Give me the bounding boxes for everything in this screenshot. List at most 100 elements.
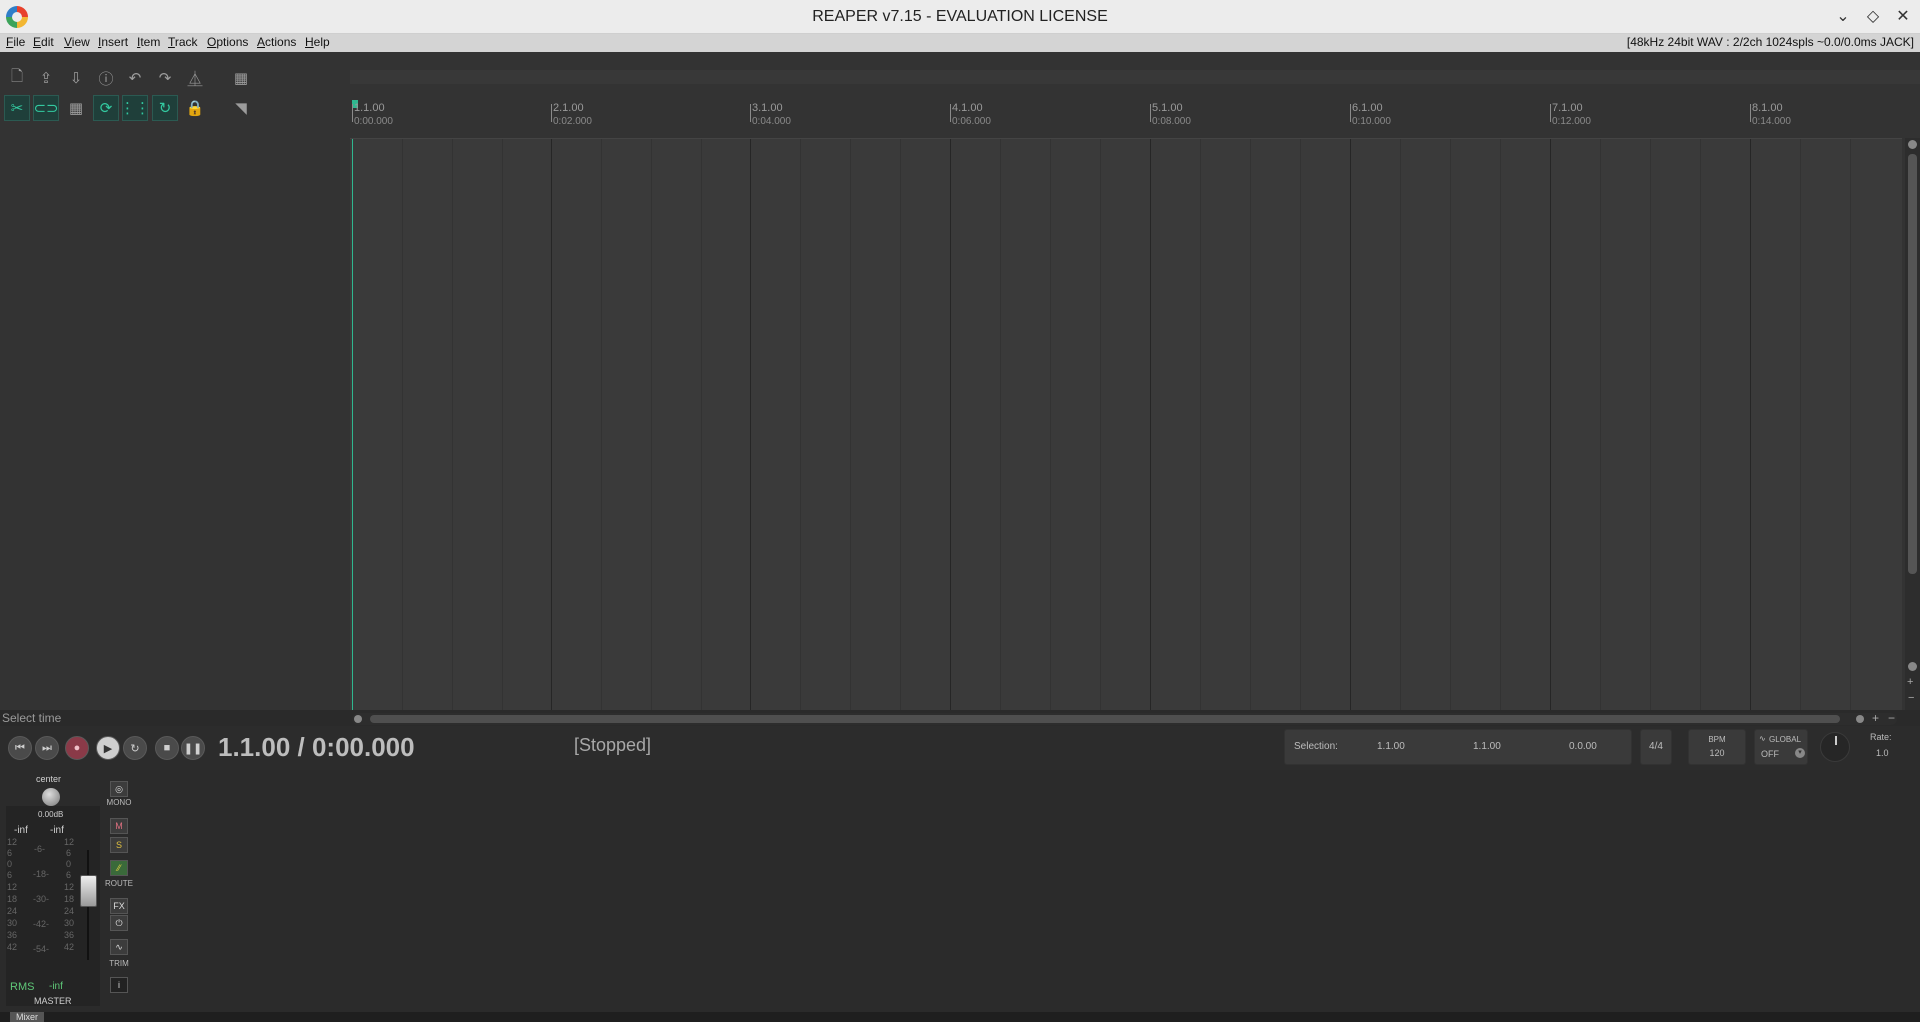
- repeat-icon[interactable]: ↻: [123, 736, 147, 760]
- play-button[interactable]: ▶: [96, 736, 120, 760]
- link-icon[interactable]: ⊂⊃: [33, 95, 59, 121]
- region-marker-lane[interactable]: [350, 70, 1920, 84]
- envelope-trim-icon[interactable]: ∿: [110, 939, 128, 955]
- menu-insert[interactable]: Insert: [98, 35, 128, 49]
- route-icon[interactable]: ⁄⁄: [110, 860, 128, 876]
- zoom-out-horizontal-icon[interactable]: −: [1888, 711, 1895, 725]
- menu-help[interactable]: Help: [305, 35, 330, 49]
- grid-line: [900, 139, 901, 710]
- track-area[interactable]: [350, 138, 1902, 710]
- mono-icon[interactable]: ◎: [110, 781, 128, 797]
- menu-options[interactable]: Options: [207, 35, 248, 49]
- metronome-icon[interactable]: ⏅: [182, 65, 208, 91]
- position-display[interactable]: 1.1.00 / 0:00.000: [218, 732, 415, 763]
- maximize-icon[interactable]: ◇: [1862, 6, 1884, 28]
- mono-label: MONO: [106, 798, 132, 807]
- close-icon[interactable]: ✕: [1892, 6, 1914, 28]
- peak-right[interactable]: -inf: [50, 825, 64, 836]
- selection-box[interactable]: Selection: 1.1.00 1.1.00 0.0.00: [1284, 729, 1632, 765]
- scale-tick: 12: [7, 882, 18, 892]
- vertical-scrollbar[interactable]: + −: [1905, 138, 1920, 710]
- pause-button[interactable]: ❚❚: [181, 736, 205, 760]
- go-to-end-icon[interactable]: ⏭: [35, 736, 59, 760]
- selection-length[interactable]: 0.0.00: [1569, 741, 1597, 752]
- bpm-value[interactable]: 120: [1689, 748, 1745, 758]
- new-project-icon[interactable]: 🗋: [4, 65, 30, 91]
- audio-device-status[interactable]: [48kHz 24bit WAV : 2/2ch 1024spls ~0.0/0…: [1627, 35, 1914, 49]
- undo-icon[interactable]: ↶: [122, 65, 148, 91]
- global-automation-box[interactable]: ∿ GLOBAL OFF ▾: [1754, 729, 1808, 765]
- lock-icon[interactable]: 🔒: [182, 95, 208, 121]
- chevron-down-icon[interactable]: ▾: [1795, 748, 1805, 758]
- selection-end[interactable]: 1.1.00: [1473, 741, 1501, 752]
- volume-readout[interactable]: 0.00dB: [38, 810, 63, 819]
- go-to-start-icon[interactable]: ⏮: [8, 736, 32, 760]
- global-state[interactable]: OFF: [1761, 749, 1779, 759]
- redo-icon[interactable]: ↷: [152, 65, 178, 91]
- stop-button[interactable]: ■: [155, 736, 179, 760]
- playrate-knob[interactable]: [1820, 732, 1850, 762]
- route-label: ROUTE: [105, 879, 133, 888]
- automation-icon: ∿: [1759, 734, 1766, 743]
- loop-icon[interactable]: ↻: [152, 95, 178, 121]
- horizontal-scrollbar[interactable]: + −: [352, 711, 1897, 725]
- ripple-edit-icon[interactable]: ✂: [4, 95, 30, 121]
- play-state: [Stopped]: [574, 735, 652, 755]
- grid-line: [1450, 139, 1451, 710]
- rate-label: Rate:: [1870, 732, 1892, 742]
- solo-button[interactable]: S: [110, 837, 128, 853]
- menu-file[interactable]: File: [6, 35, 25, 49]
- rms-value[interactable]: -inf: [49, 981, 63, 992]
- track-control-panel[interactable]: 🗋 ⇪ ⇩ ⓘ ↶ ↷ ⏅ ▦ ✂ ⊂⊃ ▦ ⟳ ⋮⋮ ↻ 🔒 ◥: [0, 52, 350, 710]
- peak-left[interactable]: -inf: [14, 825, 28, 836]
- grid-icon[interactable]: ▦: [63, 95, 89, 121]
- edit-cursor-line: [352, 139, 353, 710]
- open-project-icon[interactable]: ⇪: [33, 65, 59, 91]
- time-signature[interactable]: 4/4: [1640, 729, 1672, 765]
- scale-tick: 30: [7, 918, 18, 928]
- mute-button[interactable]: M: [110, 818, 128, 834]
- scale-tick: -6-: [34, 844, 45, 854]
- rate-value[interactable]: 1.0: [1876, 748, 1889, 758]
- minimize-icon[interactable]: ⌄: [1832, 6, 1854, 28]
- snap-grid-icon[interactable]: ⋮⋮: [120, 95, 150, 121]
- record-button[interactable]: ●: [65, 736, 89, 760]
- grid-line: [551, 139, 552, 710]
- vertical-scroll-thumb[interactable]: [1908, 154, 1917, 574]
- volume-fader[interactable]: [80, 875, 97, 907]
- rms-label[interactable]: RMS: [10, 981, 34, 993]
- menu-view[interactable]: View: [64, 35, 90, 49]
- selection-start[interactable]: 1.1.00: [1377, 741, 1405, 752]
- scroll-up-icon[interactable]: [1908, 140, 1917, 149]
- arrange-view[interactable]: 1.1.00 0:00.000 2.1.00 0:02.000 3.1.00 0…: [350, 52, 1920, 710]
- scroll-left-icon[interactable]: [354, 715, 362, 723]
- envelope-icon[interactable]: ◥: [228, 95, 254, 121]
- pan-label: center: [36, 774, 62, 784]
- fx-button[interactable]: FX: [110, 898, 128, 914]
- project-settings-icon[interactable]: ⓘ: [93, 65, 119, 91]
- zoom-out-vertical-icon[interactable]: −: [1908, 692, 1914, 704]
- fx-bypass-icon[interactable]: ⏻: [110, 915, 128, 931]
- info-button[interactable]: i: [110, 977, 128, 993]
- zoom-in-horizontal-icon[interactable]: +: [1872, 711, 1879, 725]
- save-project-icon[interactable]: ⇩: [63, 65, 89, 91]
- menu-track[interactable]: Track: [168, 35, 198, 49]
- scroll-down-icon[interactable]: [1908, 662, 1917, 671]
- scale-tick: 18: [64, 894, 75, 904]
- menu-actions[interactable]: Actions: [257, 35, 296, 49]
- pan-knob[interactable]: [42, 788, 60, 806]
- grid-line: [1750, 139, 1751, 710]
- mixer-tab[interactable]: Mixer: [10, 1012, 44, 1022]
- menu-edit[interactable]: Edit: [33, 35, 54, 49]
- horizontal-scroll-thumb[interactable]: [370, 715, 1840, 723]
- track-name[interactable]: MASTER: [34, 996, 72, 1006]
- ruler-time-label: 0:04.000: [752, 116, 791, 127]
- menu-item[interactable]: Item: [137, 35, 160, 49]
- item-grouping-icon[interactable]: ⟳: [93, 95, 119, 121]
- global-label: GLOBAL: [1769, 735, 1802, 744]
- ruler-bar-label: 8.1.00: [1752, 102, 1783, 114]
- zoom-in-vertical-icon[interactable]: +: [1907, 676, 1913, 688]
- bpm-box[interactable]: BPM 120: [1688, 729, 1746, 765]
- scroll-right-icon[interactable]: [1856, 715, 1864, 723]
- toolbar-toggle-icon[interactable]: ▦: [228, 65, 254, 91]
